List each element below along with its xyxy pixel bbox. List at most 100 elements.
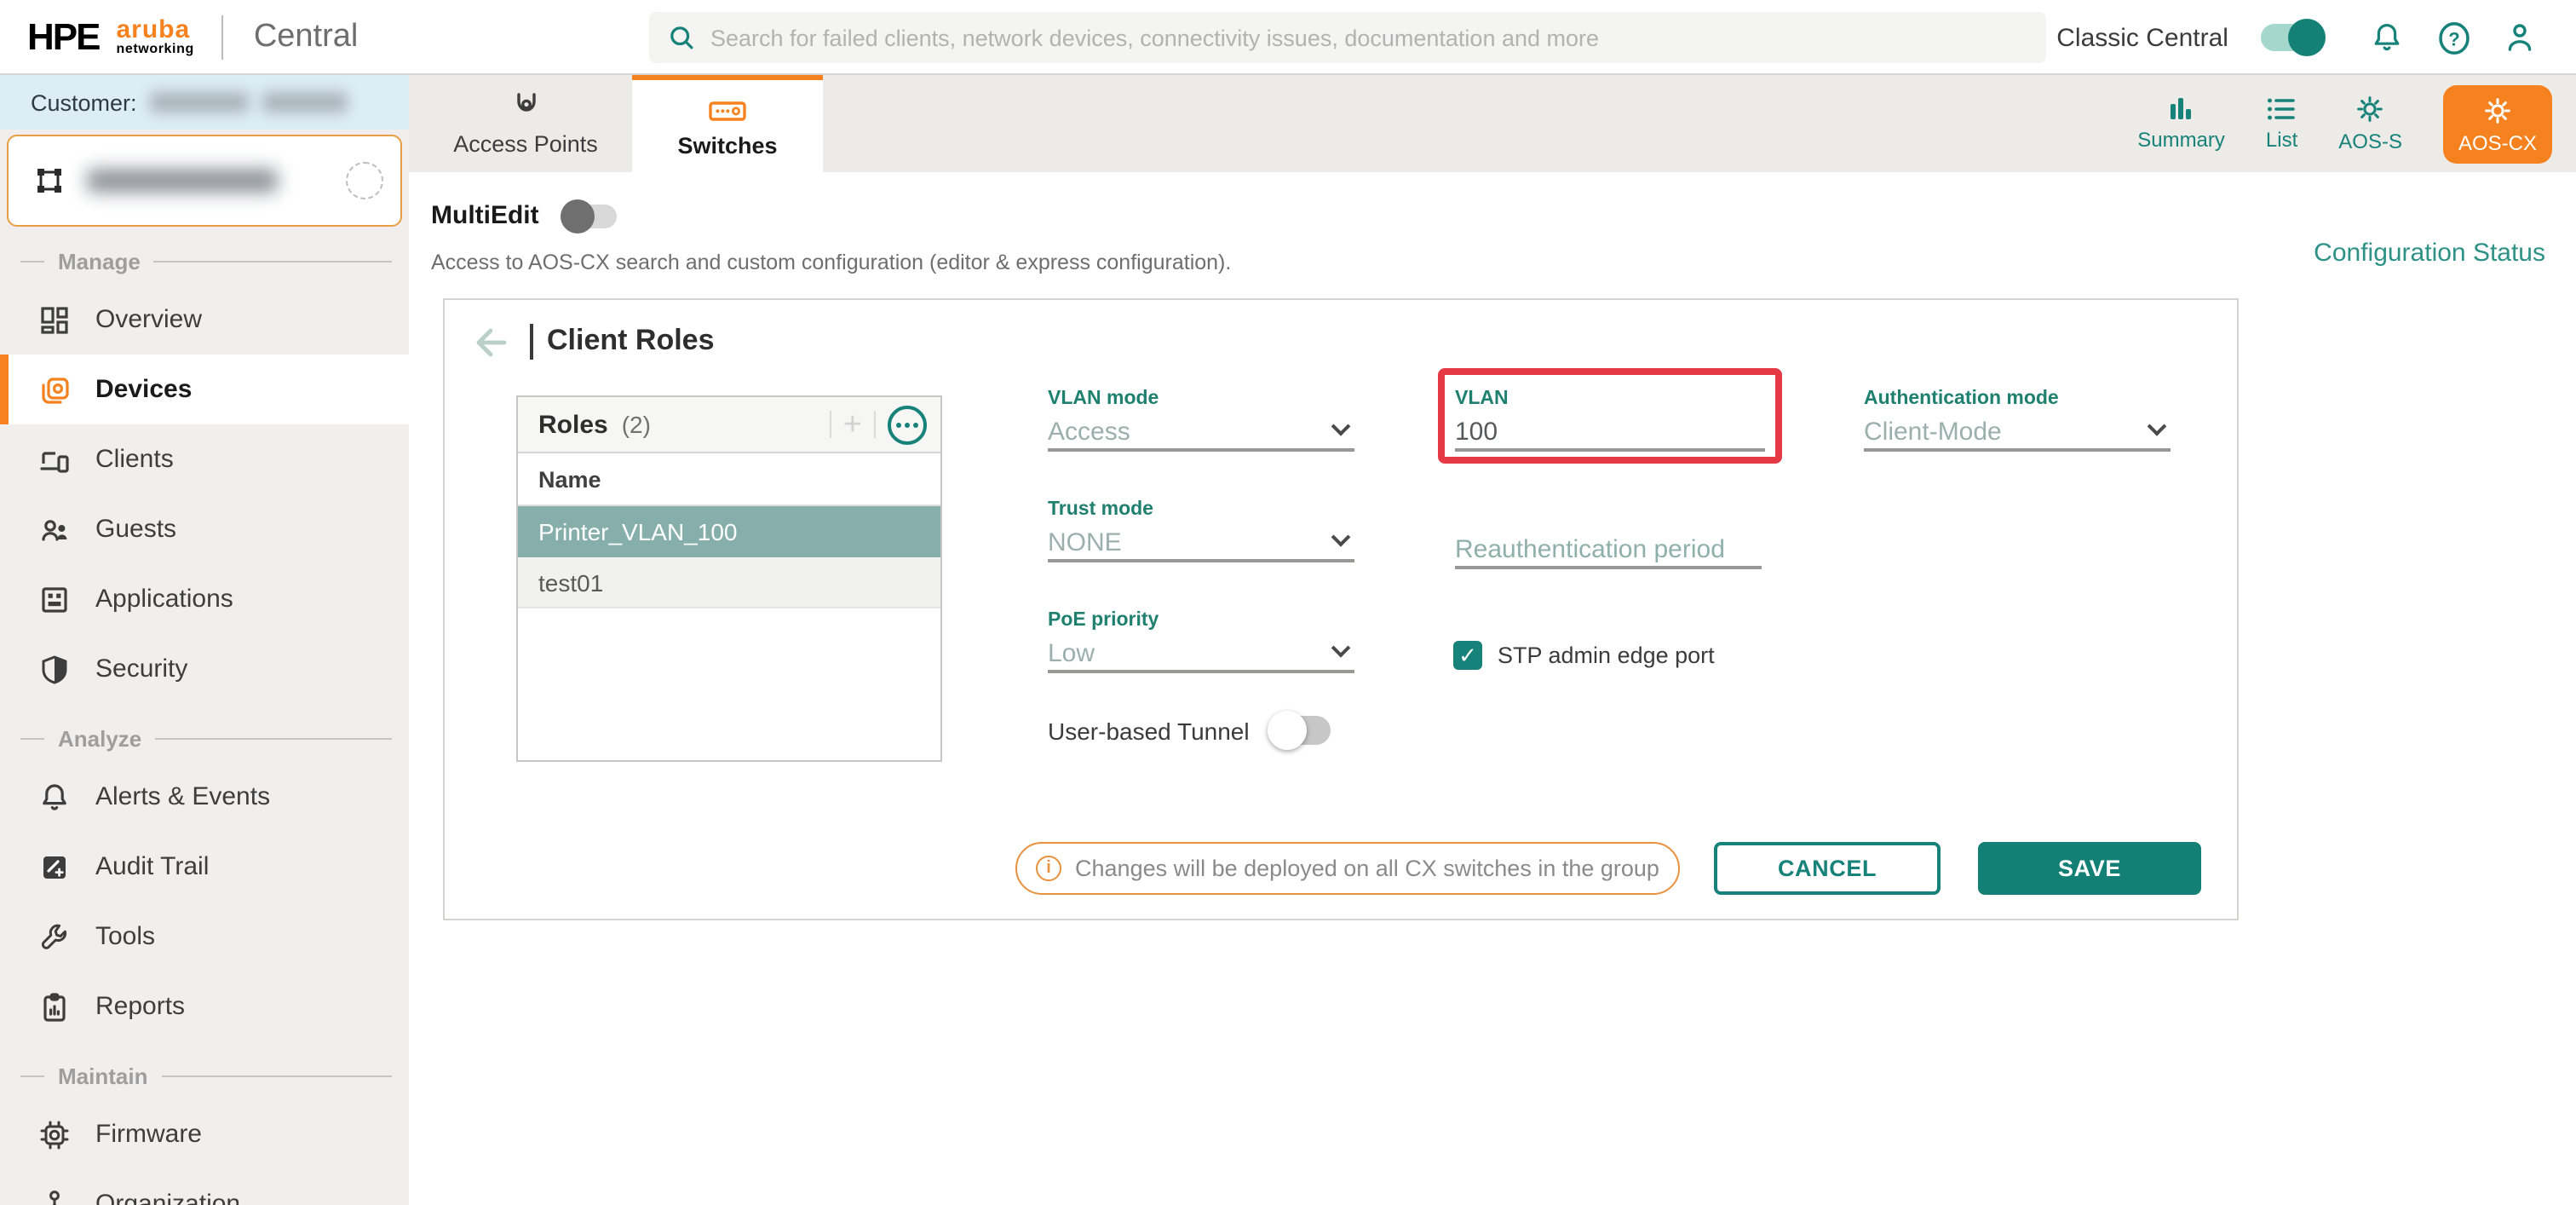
sidebar-item-tools[interactable]: Tools bbox=[0, 902, 409, 971]
vlan-mode-select[interactable]: VLAN mode Access bbox=[1048, 389, 1354, 452]
save-button[interactable]: SAVE bbox=[1978, 842, 2201, 895]
audit-trail-icon bbox=[37, 850, 72, 884]
back-arrow-icon[interactable] bbox=[469, 322, 509, 363]
top-right-controls: Classic Central ? bbox=[2056, 0, 2539, 75]
trust-mode-label: Trust mode bbox=[1048, 499, 1354, 520]
wrench-icon bbox=[37, 920, 72, 954]
search-input[interactable] bbox=[710, 25, 2029, 50]
roles-panel-header: Roles (2) + bbox=[518, 397, 940, 453]
classic-central-label: Classic Central bbox=[2056, 23, 2228, 52]
sidebar-item-label: Applications bbox=[95, 585, 233, 614]
client-roles-card: Client Roles Roles (2) + Name Printer_VL… bbox=[443, 298, 2239, 920]
sidebar-item-label: Clients bbox=[95, 445, 174, 474]
deploy-notice: i Changes will be deployed on all CX swi… bbox=[1015, 842, 1680, 895]
applications-icon bbox=[37, 582, 72, 616]
role-row-test01[interactable]: test01 bbox=[518, 557, 940, 608]
sidebar-item-clients[interactable]: Clients bbox=[0, 424, 409, 494]
reauthentication-period-input[interactable]: Reauthentication period bbox=[1455, 532, 1762, 569]
sidebar-item-label: Reports bbox=[95, 992, 185, 1021]
sidebar-item-guests[interactable]: Guests bbox=[0, 494, 409, 564]
vlan-value: 100 bbox=[1455, 417, 1498, 446]
gear-icon bbox=[2355, 94, 2386, 124]
divider bbox=[830, 411, 831, 438]
sidebar-item-alerts-events[interactable]: Alerts & Events bbox=[0, 762, 409, 832]
view-list[interactable]: List bbox=[2266, 95, 2297, 152]
bell-icon bbox=[37, 780, 72, 814]
sidebar-item-reports[interactable]: Reports bbox=[0, 971, 409, 1041]
roles-menu-icon[interactable] bbox=[888, 405, 927, 444]
clients-icon bbox=[37, 442, 72, 476]
organization-icon bbox=[37, 1187, 72, 1205]
role-row-printer-vlan-100[interactable]: Printer_VLAN_100 bbox=[518, 506, 940, 557]
logo-divider bbox=[221, 14, 223, 59]
authentication-mode-value: Client-Mode bbox=[1864, 417, 2002, 446]
hpe-aruba-logo: HPE aruba networking Central bbox=[27, 14, 358, 59]
app-window: HPE aruba networking Central Classic Cen… bbox=[0, 0, 2576, 1205]
add-role-icon[interactable]: + bbox=[843, 408, 862, 441]
help-icon[interactable]: ? bbox=[2435, 19, 2472, 56]
tab-label: Switches bbox=[677, 132, 777, 158]
view-aos-s[interactable]: AOS-S bbox=[2338, 94, 2402, 153]
access-point-icon bbox=[507, 90, 544, 124]
trust-mode-select[interactable]: Trust mode NONE bbox=[1048, 499, 1354, 562]
cancel-button[interactable]: CANCEL bbox=[1714, 842, 1941, 895]
roles-title: Roles bbox=[538, 410, 608, 439]
multiedit-description: Access to AOS-CX search and custom confi… bbox=[431, 251, 1231, 274]
devices-icon bbox=[37, 372, 72, 406]
tab-access-points[interactable]: Access Points bbox=[419, 75, 632, 172]
sidebar-item-label: Guests bbox=[95, 515, 176, 544]
chevron-down-icon bbox=[1331, 638, 1351, 658]
authentication-mode-label: Authentication mode bbox=[1864, 389, 2171, 409]
poe-priority-select[interactable]: PoE priority Low bbox=[1048, 610, 1354, 673]
section-maintain: Maintain bbox=[0, 1052, 409, 1099]
multiedit-row: MultiEdit bbox=[431, 201, 618, 230]
sidebar-item-organization[interactable]: Organization bbox=[0, 1169, 409, 1205]
report-icon bbox=[37, 989, 72, 1023]
stp-checkbox[interactable]: ✓ bbox=[1453, 641, 1482, 670]
vlan-mode-value: Access bbox=[1048, 417, 1130, 446]
sidebar-item-label: Tools bbox=[95, 922, 155, 951]
poe-priority-label: PoE priority bbox=[1048, 610, 1354, 631]
roles-panel: Roles (2) + Name Printer_VLAN_100 test01 bbox=[516, 395, 942, 762]
sidebar: Customer: Manage Overview Devices Client… bbox=[0, 75, 409, 1205]
notifications-bell-icon[interactable] bbox=[2368, 19, 2406, 56]
gear-icon-active bbox=[2482, 95, 2513, 125]
sidebar-item-label: Firmware bbox=[95, 1120, 202, 1149]
multiedit-toggle[interactable] bbox=[563, 204, 618, 228]
sidebar-item-overview[interactable]: Overview bbox=[0, 285, 409, 355]
device-type-tab-bar: Access Points Switches Summary List AOS-… bbox=[409, 75, 2576, 172]
classic-central-toggle[interactable] bbox=[2261, 24, 2322, 51]
sidebar-item-firmware[interactable]: Firmware bbox=[0, 1099, 409, 1169]
view-aos-cx[interactable]: AOS-CX bbox=[2443, 84, 2552, 163]
section-analyze: Analyze bbox=[0, 714, 409, 762]
configuration-status-link[interactable]: Configuration Status bbox=[2314, 239, 2545, 268]
hpe-logo-text: HPE bbox=[27, 14, 100, 59]
view-summary[interactable]: Summary bbox=[2137, 95, 2225, 152]
firmware-chip-icon bbox=[37, 1117, 72, 1151]
toggle-knob bbox=[1268, 711, 1308, 750]
group-status-circle bbox=[346, 162, 383, 199]
sidebar-item-label: Overview bbox=[95, 305, 202, 334]
user-based-tunnel-toggle[interactable] bbox=[1270, 716, 1331, 745]
sidebar-item-devices[interactable]: Devices bbox=[0, 355, 409, 424]
tab-label: Access Points bbox=[453, 131, 598, 157]
sidebar-item-audit-trail[interactable]: Audit Trail bbox=[0, 832, 409, 902]
vlan-input[interactable]: VLAN 100 bbox=[1455, 389, 1765, 452]
page-title: Client Roles bbox=[547, 324, 715, 358]
customer-name-redacted-2 bbox=[263, 92, 348, 112]
sidebar-item-applications[interactable]: Applications bbox=[0, 564, 409, 634]
roles-actions: + bbox=[830, 405, 927, 444]
group-selector[interactable] bbox=[7, 135, 402, 227]
trust-mode-value: NONE bbox=[1048, 528, 1122, 556]
sidebar-item-security[interactable]: Security bbox=[0, 634, 409, 704]
sidebar-item-label: Security bbox=[95, 654, 187, 683]
global-search[interactable] bbox=[649, 12, 2046, 63]
guests-icon bbox=[37, 512, 72, 546]
user-account-icon[interactable] bbox=[2501, 19, 2539, 56]
chevron-down-icon bbox=[1331, 528, 1351, 547]
shield-icon bbox=[37, 652, 72, 686]
tab-switches[interactable]: Switches bbox=[632, 75, 823, 172]
authentication-mode-select[interactable]: Authentication mode Client-Mode bbox=[1864, 389, 2171, 452]
customer-label: Customer: bbox=[31, 89, 137, 115]
product-name: Central bbox=[254, 18, 359, 55]
